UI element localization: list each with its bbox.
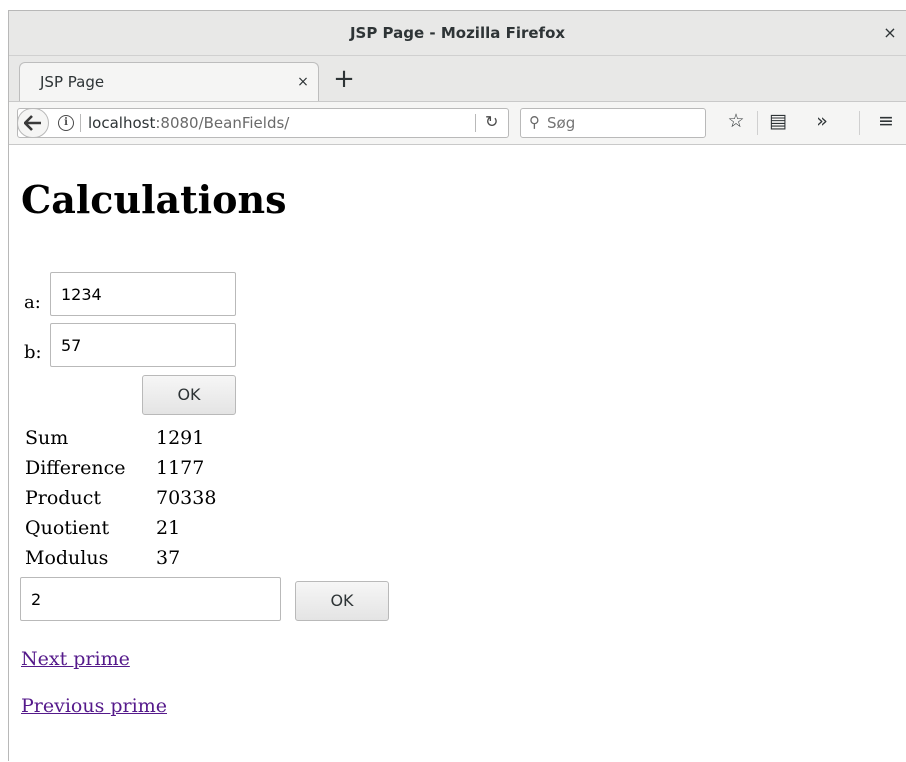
tab-close-icon[interactable]: × — [288, 74, 318, 90]
tab-title: JSP Page — [40, 73, 105, 91]
search-icon: ⚲ — [529, 113, 540, 131]
b-input[interactable] — [50, 323, 236, 367]
result-value: 37 — [156, 547, 181, 569]
page-heading: Calculations — [21, 177, 287, 222]
b-label: b: — [24, 342, 42, 363]
bookmark-star-icon[interactable]: ☆ — [723, 110, 749, 132]
result-value: 1177 — [156, 457, 205, 479]
result-label: Quotient — [25, 517, 110, 539]
url-separator — [475, 114, 476, 132]
result-value: 70338 — [156, 487, 217, 509]
tab-strip: JSP Page × + — [9, 56, 906, 102]
url-path: :8080/BeanFields/ — [155, 114, 290, 132]
window-title: JSP Page - Mozilla Firefox — [349, 24, 566, 42]
search-input[interactable] — [547, 112, 697, 134]
toolbar-separator — [859, 111, 860, 135]
page-content: Calculations a: b: OK Sum 1291 Difference 1… — [9, 145, 906, 762]
result-label: Sum — [25, 427, 69, 449]
back-button[interactable] — [17, 108, 49, 138]
result-label: Difference — [25, 457, 126, 479]
browser-window: JSP Page - Mozilla Firefox × JSP Page × … — [8, 10, 906, 761]
url-text[interactable]: localhost:8080/BeanFields/ — [88, 114, 289, 132]
result-value: 21 — [156, 517, 181, 539]
toolbar-separator — [757, 111, 758, 135]
hamburger-menu-icon[interactable]: ≡ — [873, 110, 899, 132]
a-input[interactable] — [50, 272, 236, 316]
clipboard-icon[interactable]: ▤ — [765, 110, 791, 132]
url-separator — [80, 114, 81, 132]
info-icon[interactable]: i — [58, 115, 74, 131]
prime-ok-button[interactable]: OK — [295, 581, 389, 621]
reload-icon[interactable]: ↻ — [485, 112, 498, 131]
back-arrow-icon — [24, 115, 41, 131]
search-bar[interactable]: ⚲ — [520, 108, 706, 138]
window-close-icon[interactable]: × — [880, 23, 900, 43]
nav-bar: i localhost:8080/BeanFields/ ↻ ⚲ ☆ ▤ » ≡ — [9, 102, 906, 145]
url-bar[interactable]: i localhost:8080/BeanFields/ ↻ — [17, 108, 509, 138]
result-value: 1291 — [156, 427, 205, 449]
a-label: a: — [24, 292, 41, 313]
result-label: Modulus — [25, 547, 109, 569]
overflow-chevron-icon[interactable]: » — [809, 110, 835, 132]
result-label: Product — [25, 487, 101, 509]
tab-jsp-page[interactable]: JSP Page × — [19, 62, 319, 101]
next-prime-link[interactable]: Next prime — [21, 648, 130, 670]
new-tab-button[interactable]: + — [327, 62, 361, 96]
url-host: localhost — [88, 114, 156, 132]
title-bar: JSP Page - Mozilla Firefox × — [9, 11, 906, 56]
calculate-ok-button[interactable]: OK — [142, 375, 236, 415]
previous-prime-link[interactable]: Previous prime — [21, 695, 167, 717]
prime-input[interactable] — [20, 577, 281, 621]
